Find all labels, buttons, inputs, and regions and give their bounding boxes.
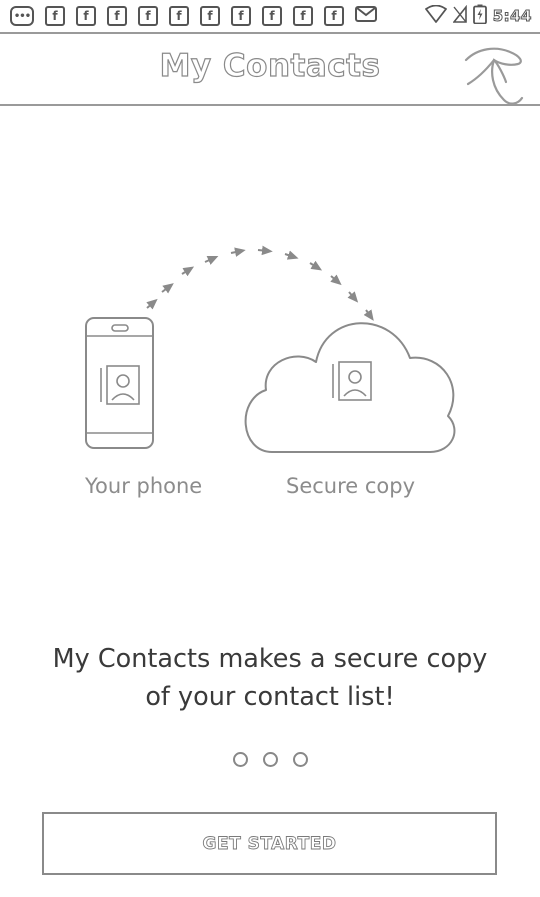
no-signal-icon: [452, 4, 467, 27]
brand-logo-icon: [460, 42, 530, 112]
facebook-icon: f: [293, 6, 313, 26]
facebook-icon: f: [231, 6, 251, 26]
page-title: My Contacts: [159, 47, 381, 84]
sync-illustration: [85, 245, 456, 453]
battery-charging-icon: [472, 4, 487, 28]
cloud-icon: [244, 322, 456, 453]
phone-icon: [85, 317, 154, 449]
facebook-icon: f: [45, 6, 65, 26]
gmail-icon: [355, 5, 377, 27]
app-header: My Contacts: [0, 32, 540, 106]
get-started-label: GET STARTED: [202, 833, 337, 854]
more-icon: •••: [10, 6, 34, 26]
get-started-button[interactable]: GET STARTED: [42, 812, 497, 875]
page-dot-1[interactable]: [232, 752, 248, 767]
page-dot-2[interactable]: [262, 752, 278, 767]
facebook-icon: f: [200, 6, 220, 26]
headline-line-2: of your contact list!: [145, 682, 395, 712]
phone-caption: Your phone: [85, 474, 203, 498]
status-time: 5:44: [492, 7, 532, 26]
facebook-icon: f: [324, 6, 344, 26]
headline-line-1: My Contacts makes a secure copy: [52, 644, 488, 674]
facebook-icon: f: [76, 6, 96, 26]
facebook-icon: f: [138, 6, 158, 26]
facebook-icon: f: [169, 6, 189, 26]
sync-arrows: [146, 245, 374, 321]
facebook-icon: f: [107, 6, 127, 26]
status-bar: ••• f f f f f f f f f f 5:44: [0, 0, 540, 32]
wifi-icon: [424, 4, 447, 27]
page-dot-3[interactable]: [292, 752, 308, 767]
onboarding-headline: My Contacts makes a secure copy of your …: [0, 640, 540, 716]
cloud-caption: Secure copy: [286, 474, 416, 498]
facebook-icon: f: [262, 6, 282, 26]
page-indicator: [0, 752, 540, 767]
